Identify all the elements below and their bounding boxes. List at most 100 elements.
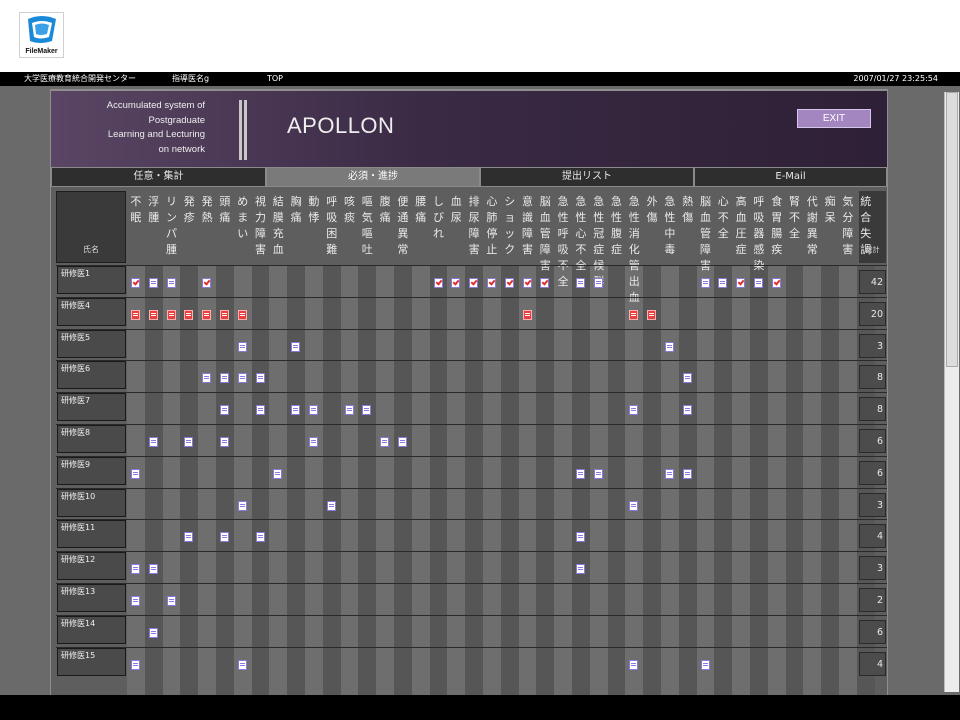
approved-report-icon[interactable] (202, 278, 212, 288)
report-document-icon[interactable] (131, 468, 140, 479)
symptom-header[interactable]: 脳血管障害 (699, 194, 713, 272)
report-document-icon[interactable] (131, 659, 140, 670)
approved-report-icon[interactable] (469, 278, 479, 288)
symptom-header[interactable]: 視力障害 (254, 194, 268, 263)
report-document-icon[interactable] (255, 532, 265, 543)
report-document-icon[interactable] (593, 468, 603, 479)
report-document-icon[interactable] (237, 341, 247, 352)
exit-button[interactable]: EXIT (797, 109, 871, 128)
report-document-icon[interactable] (148, 437, 158, 447)
symptom-header[interactable]: 呼吸器感染 (752, 194, 766, 272)
resident-name[interactable]: 研修医9 (57, 456, 126, 485)
approved-report-icon[interactable] (522, 278, 532, 288)
pending-report-icon[interactable] (629, 309, 639, 320)
symptom-header[interactable]: 結膜充血 (271, 194, 285, 263)
symptom-header[interactable]: 胸痛 (289, 194, 303, 263)
report-document-icon[interactable] (576, 532, 585, 543)
report-document-icon[interactable] (148, 627, 158, 638)
tab-progress[interactable]: 必須・進捗 (266, 167, 480, 187)
symptom-header[interactable]: 咳痰 (343, 194, 357, 263)
symptom-header[interactable]: ショック (503, 194, 517, 263)
symptom-header[interactable]: 痴呆 (823, 194, 837, 263)
symptom-header[interactable]: 腎不全 (788, 194, 802, 263)
report-document-icon[interactable] (273, 468, 283, 479)
resident-name[interactable]: 研修医13 (57, 584, 126, 612)
symptom-header[interactable]: しびれ (432, 194, 446, 263)
resident-name[interactable]: 研修医15 (57, 647, 126, 676)
tab-email[interactable]: E-Mail (694, 167, 887, 187)
symptom-header[interactable]: 動悸 (307, 194, 321, 263)
pending-report-icon[interactable] (522, 309, 532, 320)
report-document-icon[interactable] (576, 278, 585, 288)
symptom-header[interactable]: 統合失調 (859, 194, 873, 263)
report-document-icon[interactable] (665, 468, 674, 479)
symptom-header[interactable]: 脳血管障害 (538, 194, 552, 272)
symptom-header[interactable]: 気分障害 (841, 194, 855, 263)
tab-summary[interactable]: 任意・集計 (51, 167, 266, 187)
report-document-icon[interactable] (593, 278, 603, 288)
report-document-icon[interactable] (202, 373, 212, 384)
pending-report-icon[interactable] (148, 309, 158, 320)
report-document-icon[interactable] (344, 405, 354, 416)
scrollbar-thumb[interactable] (946, 92, 958, 367)
pending-report-icon[interactable] (184, 309, 194, 320)
pending-report-icon[interactable] (202, 309, 212, 320)
symptom-header[interactable]: 急性呼吸不全 (556, 194, 570, 288)
report-document-icon[interactable] (220, 405, 229, 416)
approved-report-icon[interactable] (487, 278, 496, 288)
report-document-icon[interactable] (184, 437, 194, 447)
tab-submission-list[interactable]: 提出リスト (480, 167, 694, 187)
symptom-header[interactable]: 呼吸困難 (325, 194, 339, 263)
report-document-icon[interactable] (380, 437, 390, 447)
symptom-header[interactable]: 心不全 (716, 194, 730, 263)
approved-report-icon[interactable] (771, 278, 781, 288)
report-document-icon[interactable] (665, 341, 674, 352)
resident-name[interactable]: 研修医14 (57, 615, 126, 644)
report-document-icon[interactable] (291, 341, 301, 352)
symptom-header[interactable]: 腹痛 (378, 194, 392, 263)
resident-name[interactable]: 研修医8 (57, 425, 126, 453)
symptom-header[interactable]: 浮腫 (147, 194, 161, 263)
pending-report-icon[interactable] (131, 309, 140, 320)
approved-report-icon[interactable] (504, 278, 514, 288)
report-document-icon[interactable] (398, 437, 407, 447)
report-document-icon[interactable] (291, 405, 301, 416)
report-document-icon[interactable] (220, 532, 229, 543)
report-document-icon[interactable] (166, 596, 176, 606)
symptom-header[interactable]: 急性冠症候群 (592, 194, 606, 288)
report-document-icon[interactable] (700, 659, 710, 670)
symptom-header[interactable]: 意識障害 (521, 194, 535, 263)
symptom-header[interactable]: 外傷 (645, 194, 659, 263)
symptom-header[interactable]: めまい (236, 194, 250, 263)
symptom-header[interactable]: 便通異常 (396, 194, 410, 263)
symptom-header[interactable]: 急性消化管出血 (627, 194, 641, 304)
report-document-icon[interactable] (629, 405, 639, 416)
report-document-icon[interactable] (682, 373, 692, 384)
approved-report-icon[interactable] (131, 278, 140, 288)
resident-name[interactable]: 研修医5 (57, 329, 126, 358)
report-document-icon[interactable] (131, 564, 140, 575)
report-document-icon[interactable] (148, 278, 158, 288)
report-document-icon[interactable] (255, 373, 265, 384)
symptom-header[interactable]: 急性腹症 (610, 194, 624, 263)
report-document-icon[interactable] (148, 564, 158, 575)
report-document-icon[interactable] (255, 405, 265, 416)
symptom-header[interactable]: 心肺停止 (485, 194, 499, 263)
resident-name[interactable]: 研修医1 (57, 266, 126, 294)
symptom-header[interactable]: 発熱 (200, 194, 214, 263)
report-document-icon[interactable] (576, 564, 585, 575)
report-document-icon[interactable] (700, 278, 710, 288)
report-document-icon[interactable] (309, 405, 318, 416)
report-document-icon[interactable] (184, 532, 194, 543)
resident-name[interactable]: 研修医4 (57, 297, 126, 326)
symptom-header[interactable]: 食胃腸疾 (770, 194, 784, 263)
report-document-icon[interactable] (131, 596, 140, 606)
report-document-icon[interactable] (237, 373, 247, 384)
symptom-header[interactable]: 血尿 (449, 194, 463, 263)
symptom-header[interactable]: 不眠 (129, 194, 143, 263)
resident-name[interactable]: 研修医11 (57, 520, 126, 549)
vertical-scrollbar[interactable] (944, 92, 959, 692)
pending-report-icon[interactable] (166, 309, 176, 320)
symptom-header[interactable]: 腰痛 (414, 194, 428, 263)
symptom-header[interactable]: 発疹 (182, 194, 196, 263)
